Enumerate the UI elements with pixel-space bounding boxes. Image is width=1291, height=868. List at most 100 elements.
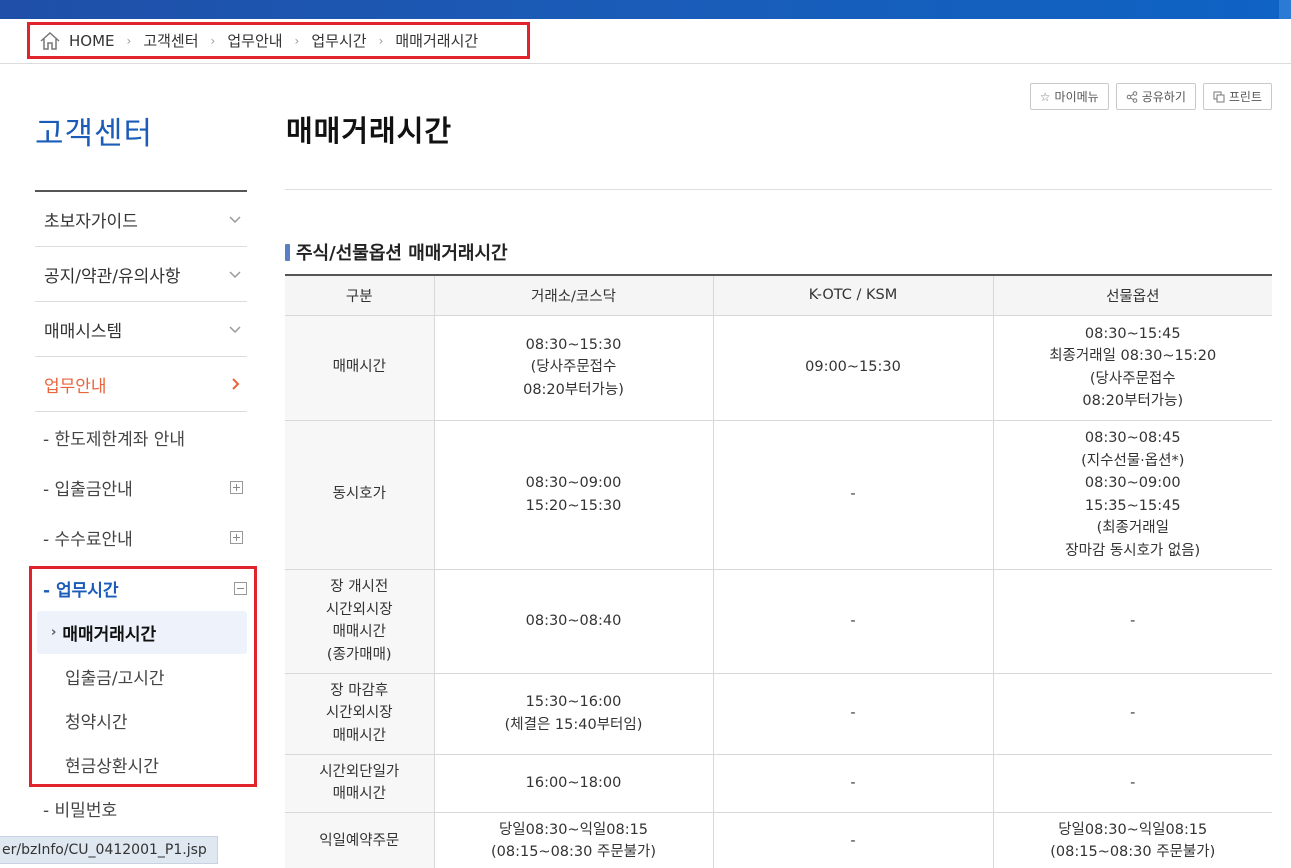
column-header: 선물옵션 xyxy=(992,275,1272,316)
trading-hours-table: 구분 거래소/코스닥 K-OTC / KSM 선물옵션 매매시간 08:30~1… xyxy=(285,274,1272,868)
sidebar-sub-limit-account[interactable]: - 한도제한계좌 안내 xyxy=(35,412,247,462)
table-cell: - xyxy=(992,754,1272,813)
row-header: 매매시간 xyxy=(285,315,434,421)
mymenu-button[interactable]: ☆ 마이메뉴 xyxy=(1029,83,1109,110)
print-label: 프린트 xyxy=(1228,90,1262,104)
sidebar-leaf-label: 매매거래시간 xyxy=(62,625,157,645)
breadcrumb-separator: › xyxy=(294,33,300,48)
sidebar-sub-deposit-guide[interactable]: - 입출금안내 xyxy=(35,462,247,512)
sidebar-nav: 초보자가이드 공지/약관/유의사항 매매시스템 업무안내 - 한도제한계좌 안내… xyxy=(35,190,247,562)
section-title-text: 주식/선물옵션 매매거래시간 xyxy=(296,243,508,264)
table-row: 장 개시전 시간외시장 매매시간 (종가매매) 08:30~08:40 - - xyxy=(285,569,1272,674)
table-row: 매매시간 08:30~15:30 (당사주문접수 08:20부터가능) 09:0… xyxy=(285,315,1272,421)
table-cell: 당일08:30~익일08:15 (08:15~08:30 주문불가) xyxy=(433,812,713,868)
column-header: 구분 xyxy=(285,275,434,316)
print-button[interactable]: 프린트 xyxy=(1202,83,1272,110)
copy-icon xyxy=(1213,91,1225,102)
row-header: 동시호가 xyxy=(285,420,434,570)
breadcrumb-bar: HOME › 고객센터 › 업무안내 › 업무시간 › 매매거래시간 xyxy=(0,19,1291,64)
section-marker xyxy=(285,243,290,261)
table-header-row: 구분 거래소/코스닥 K-OTC / KSM 선물옵션 xyxy=(285,275,1272,316)
table-cell: - xyxy=(712,754,993,813)
sidebar-item-trading-system[interactable]: 매매시스템 xyxy=(35,302,247,357)
table-row: 시간외단일가 매매시간 16:00~18:00 - - xyxy=(285,754,1272,813)
sidebar-sub-label: - 업무시간 xyxy=(43,580,119,601)
sidebar-item-label: 업무안내 xyxy=(44,376,107,397)
row-header: 익일예약주문 xyxy=(285,812,434,868)
sidebar-title: 고객센터 xyxy=(35,116,154,152)
sidebar-item-label: 매매시스템 xyxy=(44,321,123,342)
expand-plus-icon[interactable] xyxy=(230,480,243,494)
column-header: K-OTC / KSM xyxy=(712,275,993,316)
breadcrumb-separator: › xyxy=(210,33,216,48)
sidebar-leaf-deposit-hours[interactable]: 입출금/고시간 xyxy=(37,655,247,698)
table-row: 익일예약주문 당일08:30~익일08:15 (08:15~08:30 주문불가… xyxy=(285,812,1272,868)
table-cell: 당일08:30~익일08:15 (08:15~08:30 주문불가) xyxy=(992,812,1272,868)
share-button[interactable]: 공유하기 xyxy=(1115,83,1196,110)
top-banner-edge xyxy=(1279,0,1291,19)
table-row: 장 마감후 시간외시장 매매시간 15:30~16:00 (체결은 15:40부… xyxy=(285,673,1272,755)
table-cell: 08:30~15:45 최종거래일 08:30~15:20 (당사주문접수 08… xyxy=(992,315,1272,421)
table-cell: 08:30~08:40 xyxy=(433,569,713,674)
sidebar-sub-label: - 한도제한계좌 안내 xyxy=(43,429,186,450)
breadcrumb-separator: › xyxy=(126,33,132,48)
breadcrumb-business-hours[interactable]: 업무시간 xyxy=(311,30,366,51)
share-icon xyxy=(1126,90,1138,103)
sidebar-sub-business-hours[interactable]: - 업무시간 xyxy=(43,568,247,608)
row-header: 장 마감후 시간외시장 매매시간 xyxy=(285,673,434,755)
sidebar-item-label: 초보자가이드 xyxy=(44,211,138,232)
table-cell: - xyxy=(712,812,993,868)
sidebar-item-label: 공지/약관/유의사항 xyxy=(44,266,181,287)
breadcrumb-business-guide[interactable]: 업무안내 xyxy=(227,30,282,51)
top-banner-bar xyxy=(0,0,1291,19)
table-cell: - xyxy=(992,569,1272,674)
chevron-right-icon: › xyxy=(51,625,57,640)
sidebar-leaf-trading-hours[interactable]: › 매매거래시간 xyxy=(37,611,247,654)
sidebar-sub-label: - 입출금안내 xyxy=(43,479,133,500)
breadcrumb-separator: › xyxy=(378,33,384,48)
chevron-down-icon xyxy=(229,271,241,279)
table-row: 동시호가 08:30~09:00 15:20~15:30 - 08:30~08:… xyxy=(285,420,1272,570)
sidebar-sub-fee-guide[interactable]: - 수수료안내 xyxy=(35,512,247,562)
row-header: 시간외단일가 매매시간 xyxy=(285,754,434,813)
breadcrumb-trading-hours[interactable]: 매매거래시간 xyxy=(395,30,478,51)
table-cell: 08:30~09:00 15:20~15:30 xyxy=(433,420,713,570)
sidebar-sub-label: - 수수료안내 xyxy=(43,529,133,550)
table-cell: 08:30~15:30 (당사주문접수 08:20부터가능) xyxy=(433,315,713,421)
table-cell: - xyxy=(992,673,1272,755)
sidebar-leaf-subscription-hours[interactable]: 청약시간 xyxy=(37,699,247,742)
sidebar-leaf-label: 입출금/고시간 xyxy=(65,669,165,689)
sidebar-item-business-guide[interactable]: 업무안내 xyxy=(35,357,247,412)
chevron-right-icon xyxy=(232,378,240,390)
sidebar-leaf-cash-repayment-hours[interactable]: 현금상환시간 xyxy=(37,743,247,786)
table-cell: 15:30~16:00 (체결은 15:40부터임) xyxy=(433,673,713,755)
home-icon[interactable] xyxy=(39,31,61,51)
table-cell: - xyxy=(712,569,993,674)
title-divider xyxy=(285,189,1272,190)
table-cell: - xyxy=(712,420,993,570)
expand-plus-icon[interactable] xyxy=(230,530,243,544)
utility-buttons: ☆ 마이메뉴 공유하기 프린트 xyxy=(1029,83,1272,110)
sidebar-item-beginner-guide[interactable]: 초보자가이드 xyxy=(35,192,247,247)
table-cell: - xyxy=(712,673,993,755)
chevron-down-icon xyxy=(229,326,241,334)
column-header: 거래소/코스닥 xyxy=(433,275,713,316)
breadcrumb: HOME › 고객센터 › 업무안내 › 업무시간 › 매매거래시간 xyxy=(27,22,530,59)
sidebar-leaf-label: 청약시간 xyxy=(65,713,128,733)
table-cell: 09:00~15:30 xyxy=(712,315,993,421)
section-title: 주식/선물옵션 매매거래시간 xyxy=(285,239,508,265)
collapse-minus-icon[interactable] xyxy=(234,581,247,595)
mymenu-label: 마이메뉴 xyxy=(1054,90,1099,104)
chevron-down-icon xyxy=(229,216,241,224)
breadcrumb-customer-center[interactable]: 고객센터 xyxy=(143,30,198,51)
page-title: 매매거래시간 xyxy=(286,114,453,148)
status-url-bar: er/bzInfo/CU_0412001_P1.jsp xyxy=(0,836,218,864)
row-header: 장 개시전 시간외시장 매매시간 (종가매매) xyxy=(285,569,434,674)
sidebar-sub-password[interactable]: - 비밀번호 xyxy=(43,796,117,821)
table-cell: 16:00~18:00 xyxy=(433,754,713,813)
sidebar-leaf-label: 현금상환시간 xyxy=(65,757,159,777)
share-label: 공유하기 xyxy=(1141,90,1186,104)
breadcrumb-home[interactable]: HOME xyxy=(69,32,115,50)
sidebar-item-notices[interactable]: 공지/약관/유의사항 xyxy=(35,247,247,302)
table-cell: 08:30~08:45 (지수선물·옵션*) 08:30~09:00 15:35… xyxy=(992,420,1272,570)
